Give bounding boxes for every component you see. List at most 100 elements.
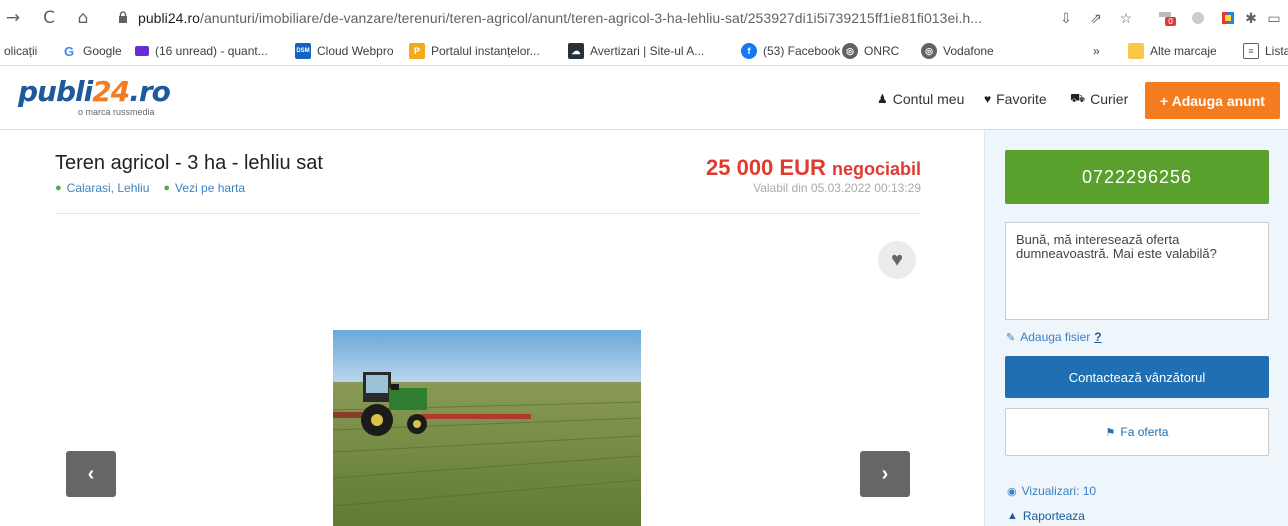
map-link[interactable]: ● Vezi pe harta bbox=[163, 181, 245, 195]
bookmarks-overflow[interactable]: » bbox=[1093, 43, 1100, 59]
bookmark-portal[interactable]: P Portalul instanțelor... bbox=[409, 43, 540, 59]
chevron-right-icon: › bbox=[881, 462, 889, 485]
lock-icon[interactable] bbox=[118, 11, 128, 23]
location-row: ● Calarasi, Lehliu ● Vezi pe harta bbox=[55, 181, 259, 195]
phone-button[interactable]: 0722296256 bbox=[1005, 150, 1269, 204]
paperclip-icon: ✎ bbox=[1006, 331, 1016, 344]
reload-icon[interactable]: C bbox=[38, 7, 60, 29]
bookmark-label: ONRC bbox=[864, 44, 900, 58]
chevron-left-icon: ‹ bbox=[87, 462, 95, 485]
bookmark-google[interactable]: G Google bbox=[61, 43, 122, 59]
price: 25 000 EUR negociabil bbox=[706, 155, 921, 181]
home-icon[interactable]: ⌂ bbox=[72, 7, 94, 29]
bookmark-label: Lista bbox=[1265, 44, 1288, 58]
next-photo-button[interactable]: › bbox=[860, 451, 910, 497]
price-negotiable: negociabil bbox=[831, 159, 921, 179]
courier-link[interactable]: ⛟ Curier bbox=[1070, 91, 1128, 107]
favorites-link[interactable]: ♥ Favorite bbox=[984, 91, 1047, 107]
map-pin-icon: ● bbox=[163, 182, 171, 194]
google-icon: G bbox=[63, 43, 75, 59]
map-pin-icon: ● bbox=[55, 182, 62, 194]
report-link[interactable]: ▲ Raporteaza bbox=[1007, 509, 1085, 523]
views-count: ◉ Vizualizari: 10 bbox=[1007, 484, 1096, 498]
bookmark-label: Portalul instanțelor... bbox=[431, 44, 540, 58]
bookmark-label: Google bbox=[83, 44, 122, 58]
bookmark-label: Alte marcaje bbox=[1150, 44, 1217, 58]
bookmark-facebook[interactable]: f (53) Facebook bbox=[741, 43, 840, 59]
message-input[interactable]: Bună, mă interesează oferta dumneavoastr… bbox=[1005, 222, 1269, 320]
bookmark-cloud-webpro[interactable]: DSM Cloud Webpro bbox=[295, 43, 394, 59]
map-link-label: Vezi pe harta bbox=[175, 181, 246, 195]
bookmark-label: (53) Facebook bbox=[763, 44, 841, 58]
bookmark-avertizari[interactable]: ☁ Avertizari | Site-ul A... bbox=[568, 43, 704, 59]
favorite-heart-button[interactable]: ♥ bbox=[878, 241, 916, 279]
report-label: Raporteaza bbox=[1022, 509, 1085, 523]
user-icon: ♟ bbox=[877, 92, 888, 106]
bookmark-reading-list[interactable]: ≡ Lista bbox=[1243, 43, 1288, 59]
globe-icon: ◎ bbox=[921, 43, 937, 59]
logo-tld: .ro bbox=[129, 75, 171, 108]
folder-icon bbox=[1128, 43, 1144, 59]
site-logo[interactable]: publi24.ro o marca russmedia bbox=[18, 75, 171, 118]
prev-photo-button[interactable]: ‹ bbox=[66, 451, 116, 497]
bookmark-label: olicații bbox=[4, 44, 38, 58]
cast-icon[interactable]: ▭ bbox=[1264, 8, 1284, 28]
share-icon[interactable]: ⇗ bbox=[1086, 8, 1106, 28]
mail-icon bbox=[135, 46, 149, 56]
help-link[interactable]: ? bbox=[1094, 330, 1101, 344]
location-link[interactable]: ● Calarasi, Lehliu bbox=[55, 181, 149, 195]
attach-label: Adauga fisier bbox=[1020, 330, 1091, 344]
bookmark-apps[interactable]: olicații bbox=[4, 43, 37, 59]
globe-icon: ◎ bbox=[842, 43, 858, 59]
bookmark-vodafone[interactable]: ◎ Vodafone bbox=[921, 43, 994, 59]
extension-badge-icon[interactable]: 0 bbox=[1158, 8, 1178, 28]
address-bar[interactable]: publi24.ro/anunturi/imobiliare/de-vanzar… bbox=[138, 10, 982, 26]
bookmark-mail[interactable]: (16 unread) - quant... bbox=[135, 43, 268, 59]
bookmark-label: Avertizari | Site-ul A... bbox=[590, 44, 705, 58]
account-label: Contul meu bbox=[892, 91, 965, 107]
views-label: Vizualizari: 10 bbox=[1021, 484, 1097, 498]
eye-icon: ◉ bbox=[1007, 485, 1017, 498]
color-ext-icon[interactable] bbox=[1218, 8, 1238, 28]
location-label: Calarasi, Lehliu bbox=[66, 181, 150, 195]
weather-icon: ☁ bbox=[568, 43, 584, 59]
forward-icon[interactable]: → bbox=[2, 7, 24, 29]
logo-subtitle: o marca russmedia bbox=[78, 107, 155, 117]
listing-title: Teren agricol - 3 ha - lehliu sat bbox=[55, 152, 323, 174]
heart-icon: ♥ bbox=[984, 92, 992, 106]
bookmark-other[interactable]: Alte marcaje bbox=[1128, 43, 1217, 59]
truck-icon: ⛟ bbox=[1070, 91, 1086, 105]
price-value: 25 000 EUR bbox=[706, 155, 826, 180]
bookmark-onrc[interactable]: ◎ ONRC bbox=[842, 43, 899, 59]
url-host: publi24.ro bbox=[138, 10, 200, 26]
overflow-chevron: » bbox=[1093, 44, 1100, 58]
extensions-icon[interactable]: ✱ bbox=[1241, 8, 1261, 28]
courier-label: Curier bbox=[1090, 91, 1129, 107]
reading-list-icon: ≡ bbox=[1243, 43, 1259, 59]
valid-since: Valabil din 05.03.2022 00:13:29 bbox=[753, 181, 921, 195]
logo-text: publi bbox=[18, 75, 93, 108]
bookmark-label: (16 unread) - quant... bbox=[155, 44, 268, 58]
star-icon[interactable]: ☆ bbox=[1116, 8, 1136, 28]
contact-seller-button[interactable]: Contactează vânzătorul bbox=[1005, 356, 1269, 398]
facebook-icon: f bbox=[741, 43, 757, 59]
tag-icon: ⚑ bbox=[1105, 426, 1116, 439]
account-link[interactable]: ♟ Contul meu bbox=[877, 91, 964, 107]
favorites-label: Favorite bbox=[996, 91, 1047, 107]
logo-number: 24 bbox=[92, 75, 130, 108]
make-offer-button[interactable]: ⚑ Fa oferta bbox=[1005, 408, 1269, 456]
install-icon[interactable]: ⇩ bbox=[1056, 8, 1076, 28]
pinterest-ext-icon[interactable] bbox=[1188, 8, 1208, 28]
url-path: /anunturi/imobiliare/de-vanzare/terenuri… bbox=[200, 10, 983, 26]
browser-toolbar: → C ⌂ publi24.ro/anunturi/imobiliare/de-… bbox=[0, 0, 1288, 36]
listing-photo[interactable] bbox=[333, 330, 641, 526]
site-header: publi24.ro o marca russmedia ♟ Contul me… bbox=[0, 66, 1288, 130]
bookmark-label: Cloud Webpro bbox=[317, 44, 394, 58]
dsm-icon: DSM bbox=[295, 43, 311, 59]
add-ad-button[interactable]: + Adauga anunt bbox=[1145, 82, 1280, 119]
portal-icon: P bbox=[409, 43, 425, 59]
bookmarks-bar: olicații G Google (16 unread) - quant...… bbox=[0, 36, 1288, 66]
offer-label: Fa oferta bbox=[1120, 425, 1169, 439]
attach-file-link[interactable]: ✎ Adauga fisier ? bbox=[1006, 330, 1102, 344]
svg-text:0: 0 bbox=[1168, 17, 1173, 26]
